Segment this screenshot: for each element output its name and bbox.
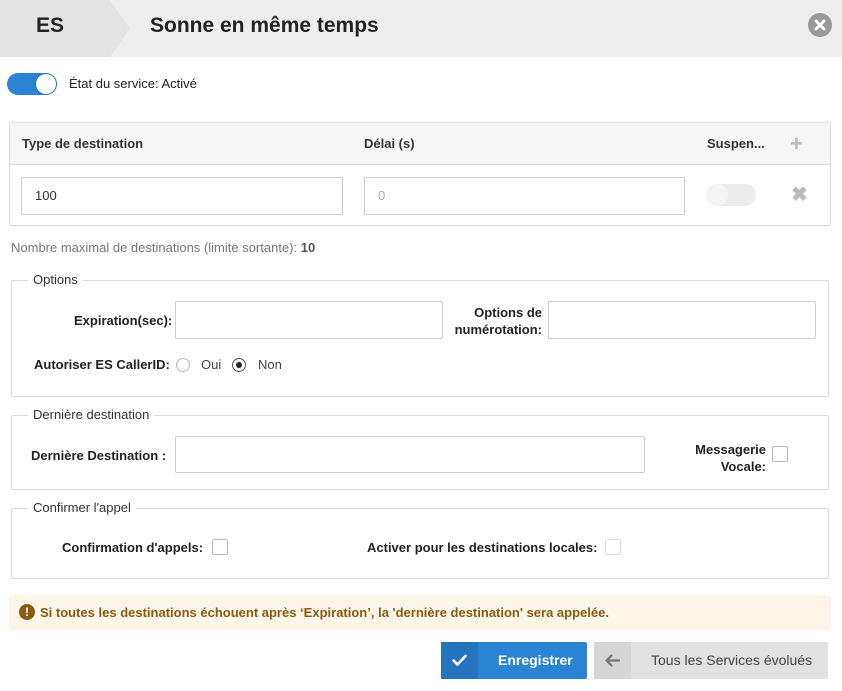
destinations-table-header: Type de destination Délai (s) Suspen... … — [10, 123, 830, 165]
callerid-no-radio[interactable] — [232, 358, 246, 372]
destinations-table: Type de destination Délai (s) Suspen... … — [9, 122, 831, 226]
confirm-call-fieldset: Confirmer l'appel Confirmation d'appels:… — [11, 500, 829, 579]
all-services-button-label: Tous les Services évolués — [651, 652, 813, 668]
local-destinations-checkbox[interactable] — [605, 539, 621, 555]
dial-options-label: Options de numérotation: — [454, 305, 542, 337]
local-destinations-label: Activer pour les destinations locales: — [367, 540, 598, 555]
last-destination-input[interactable] — [175, 436, 645, 473]
service-status-label: État du service: Activé — [69, 76, 197, 91]
expiration-label: Expiration(sec): — [74, 313, 173, 328]
call-confirmation-label: Confirmation d'appels: — [62, 540, 204, 555]
page-header: ES Sonne en même temps — [0, 0, 842, 57]
destination-suspend-toggle[interactable] — [706, 184, 756, 206]
save-button-label: Enregistrer — [498, 652, 573, 668]
call-confirmation-checkbox[interactable] — [212, 539, 228, 555]
toggle-knob — [36, 74, 56, 94]
check-icon — [441, 642, 478, 679]
service-code: ES — [36, 14, 65, 37]
remove-destination-icon[interactable]: ✖ — [791, 185, 808, 205]
last-destination-label: Dernière Destination : — [31, 448, 167, 463]
page-title: Sonne en même temps — [150, 14, 379, 37]
service-status-toggle[interactable] — [7, 73, 57, 95]
callerid-yes-label: Oui — [201, 357, 222, 372]
expiration-input[interactable] — [175, 301, 443, 339]
arrow-left-icon — [594, 642, 631, 679]
destination-delay-input[interactable]: 0 — [364, 177, 685, 215]
max-destinations-label: Nombre maximal de destinations (limite s… — [11, 240, 298, 255]
callerid-yes-radio[interactable] — [176, 358, 190, 372]
column-header-suspend: Suspen... — [707, 136, 765, 151]
warning-banner: ! Si toutes les destinations échouent ap… — [9, 595, 831, 630]
options-legend: Options — [28, 272, 83, 287]
destination-type-input[interactable]: 100 — [21, 177, 343, 215]
last-destination-legend: Dernière destination — [28, 407, 155, 422]
dial-options-input[interactable] — [548, 301, 816, 339]
close-icon[interactable] — [808, 13, 832, 37]
voicemail-checkbox[interactable] — [772, 446, 788, 462]
exclamation-circle-icon: ! — [19, 604, 35, 620]
max-destinations-note: Nombre maximal de destinations (limite s… — [11, 240, 315, 255]
options-fieldset: Options Expiration(sec): Options de numé… — [11, 272, 829, 397]
column-header-delay: Délai (s) — [364, 136, 415, 151]
service-code-tab: ES — [0, 0, 130, 57]
all-services-button[interactable]: Tous les Services évolués — [594, 642, 828, 679]
save-button[interactable]: Enregistrer — [441, 642, 587, 679]
last-destination-fieldset: Dernière destination Dernière Destinatio… — [11, 407, 829, 490]
callerid-label: Autoriser ES CallerID: — [34, 357, 170, 372]
voicemail-label: Messagerie Vocale: — [695, 442, 766, 474]
add-destination-icon[interactable]: + — [790, 133, 803, 155]
warning-text: Si toutes les destinations échouent aprè… — [40, 605, 609, 620]
confirm-call-legend: Confirmer l'appel — [28, 500, 136, 515]
toggle-knob — [706, 184, 728, 206]
callerid-no-label: Non — [258, 357, 282, 372]
max-destinations-value: 10 — [300, 240, 316, 255]
column-header-type: Type de destination — [22, 136, 144, 151]
